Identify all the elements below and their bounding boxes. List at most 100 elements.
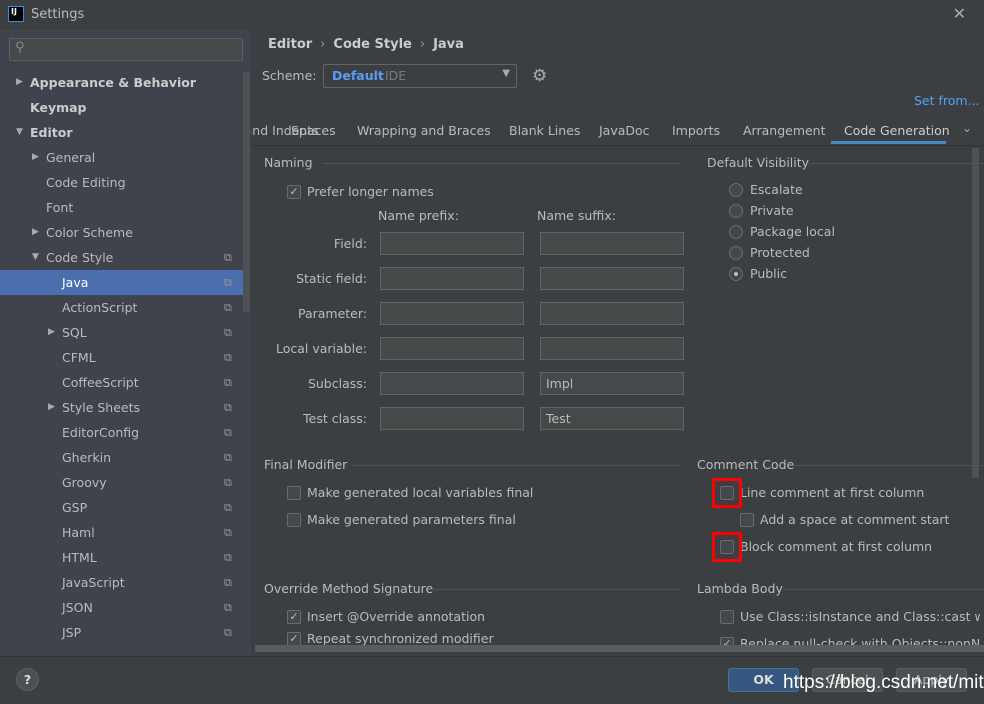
sidebar-item[interactable]: ▶ SQL ⧉	[0, 320, 243, 345]
scheme-dropdown[interactable]: Default IDE ▼	[323, 64, 517, 88]
name-prefix-input[interactable]	[380, 337, 524, 360]
name-suffix-input[interactable]: Test	[540, 407, 684, 430]
name-suffix-input[interactable]	[540, 302, 684, 325]
sidebar-item[interactable]: JavaScript ⧉	[0, 570, 243, 595]
visibility-radio[interactable]	[729, 246, 743, 260]
sidebar-item[interactable]: Font	[0, 195, 243, 220]
close-icon[interactable]: ✕	[953, 4, 966, 23]
tab-imports[interactable]: Imports	[672, 123, 720, 138]
sidebar-item[interactable]: JSON ⧉	[0, 595, 243, 620]
naming-section-title: Naming	[264, 155, 313, 170]
chevron-right-icon[interactable]: ▶	[48, 320, 55, 345]
copy-icon: ⧉	[224, 251, 232, 264]
copy-icon: ⧉	[224, 301, 232, 314]
copy-icon: ⧉	[224, 626, 232, 639]
chevron-down-icon[interactable]: ▼	[32, 245, 39, 270]
final-modifier-option-label: Make generated local variables final	[307, 485, 534, 500]
sidebar-item[interactable]: ▶ Appearance & Behavior	[0, 70, 243, 95]
chevron-right-icon[interactable]: ▶	[16, 70, 23, 95]
visibility-option-label: Public	[750, 266, 787, 281]
chevron-down-icon: ▼	[502, 68, 510, 79]
sidebar-item[interactable]: ▶ General	[0, 145, 243, 170]
name-prefix-input[interactable]	[380, 407, 524, 430]
name-prefix-input[interactable]	[380, 302, 524, 325]
name-prefix-input[interactable]	[380, 232, 524, 255]
horizontal-scrollbar[interactable]	[255, 645, 984, 652]
sidebar-item-label: Code Style	[46, 250, 114, 265]
visibility-option-label: Private	[750, 203, 794, 218]
sidebar-item-label: Gherkin	[62, 450, 112, 465]
sidebar-item[interactable]: EditorConfig ⧉	[0, 420, 243, 445]
scheme-name: Default	[332, 68, 384, 83]
sidebar-item[interactable]: CFML ⧉	[0, 345, 243, 370]
sidebar-item[interactable]: CoffeeScript ⧉	[0, 370, 243, 395]
name-prefix-input[interactable]	[380, 372, 524, 395]
chevron-down-icon[interactable]: ▼	[16, 120, 23, 145]
comment-code-option-label: Line comment at first column	[740, 485, 925, 500]
override-option-checkbox[interactable]: ✓	[287, 610, 301, 624]
sidebar-item[interactable]: JSP ⧉	[0, 620, 243, 645]
visibility-radio[interactable]	[729, 183, 743, 197]
sidebar-item[interactable]: Groovy ⧉	[0, 470, 243, 495]
sidebar-item[interactable]: ActionScript ⧉	[0, 295, 243, 320]
sidebar-item[interactable]: ▼ Editor	[0, 120, 243, 145]
override-option-label: Repeat synchronized modifier	[307, 631, 494, 646]
tab-arrangement[interactable]: Arrangement	[743, 123, 826, 138]
sidebar-item-label: General	[46, 150, 96, 165]
name-suffix-input[interactable]	[540, 232, 684, 255]
sidebar-item[interactable]: Code Editing	[0, 170, 243, 195]
sidebar-item[interactable]: ▼ Code Style ⧉	[0, 245, 243, 270]
sidebar-item[interactable]: Java ⧉	[0, 270, 243, 295]
prefer-longer-names-checkbox[interactable]: ✓	[287, 185, 301, 199]
help-button[interactable]: ?	[16, 668, 39, 691]
vertical-scrollbar[interactable]	[972, 148, 979, 478]
sidebar-item[interactable]: ▶ Color Scheme	[0, 220, 243, 245]
naming-row-label: Local variable:	[275, 341, 367, 356]
copy-icon: ⧉	[224, 451, 232, 464]
chevron-right-icon[interactable]: ▶	[32, 220, 39, 245]
tab-blank-lines[interactable]: Blank Lines	[509, 123, 580, 138]
visibility-radio[interactable]	[729, 225, 743, 239]
visibility-radio[interactable]	[729, 267, 743, 281]
final-modifier-title: Final Modifier	[264, 457, 348, 472]
chevron-right-icon[interactable]: ▶	[48, 395, 55, 420]
visibility-option-label: Package local	[750, 224, 835, 239]
tab-spaces[interactable]: Spaces	[291, 123, 336, 138]
tab-wrapping-and-braces[interactable]: Wrapping and Braces	[357, 123, 491, 138]
copy-icon: ⧉	[224, 526, 232, 539]
chevron-right-icon[interactable]: ▶	[32, 145, 39, 170]
override-option-checkbox[interactable]: ✓	[287, 632, 301, 646]
breadcrumb-item[interactable]: Code Style	[333, 37, 411, 52]
sidebar-item[interactable]: HTML ⧉	[0, 545, 243, 570]
sidebar-item-label: Color Scheme	[46, 225, 133, 240]
sidebar-item[interactable]: Gherkin ⧉	[0, 445, 243, 470]
sidebar-scrollbar[interactable]	[243, 72, 250, 312]
copy-icon: ⧉	[224, 426, 232, 439]
search-input[interactable]: ⚲	[9, 38, 243, 61]
visibility-radio[interactable]	[729, 204, 743, 218]
name-suffix-input[interactable]	[540, 267, 684, 290]
name-suffix-input[interactable]: Impl	[540, 372, 684, 395]
tab-code-generation[interactable]: Code Generation	[844, 123, 950, 138]
sidebar-item[interactable]: ▶ Style Sheets ⧉	[0, 395, 243, 420]
comment-code-option-label: Block comment at first column	[740, 539, 933, 554]
sidebar-item[interactable]: GSP ⧉	[0, 495, 243, 520]
chevron-down-icon[interactable]: ⌄	[962, 121, 972, 135]
sidebar-item-label: Editor	[30, 125, 73, 140]
sidebar-item[interactable]: Keymap	[0, 95, 243, 120]
lambda-option-checkbox[interactable]	[720, 610, 734, 624]
sidebar-item-label: Groovy	[62, 475, 107, 490]
final-modifier-option-checkbox[interactable]	[287, 486, 301, 500]
copy-icon: ⧉	[224, 551, 232, 564]
tab-javadoc[interactable]: JavaDoc	[599, 123, 650, 138]
comment-code-option-label: Add a space at comment start	[760, 512, 950, 527]
breadcrumb-item[interactable]: Editor	[268, 37, 312, 52]
comment-code-option-checkbox[interactable]	[740, 513, 754, 527]
breadcrumb-item: Java	[433, 37, 464, 52]
name-suffix-input[interactable]	[540, 337, 684, 360]
set-from-link[interactable]: Set from...	[914, 93, 980, 108]
gear-icon[interactable]: ⚙	[532, 66, 547, 86]
final-modifier-option-checkbox[interactable]	[287, 513, 301, 527]
sidebar-item[interactable]: Haml ⧉	[0, 520, 243, 545]
name-prefix-input[interactable]	[380, 267, 524, 290]
